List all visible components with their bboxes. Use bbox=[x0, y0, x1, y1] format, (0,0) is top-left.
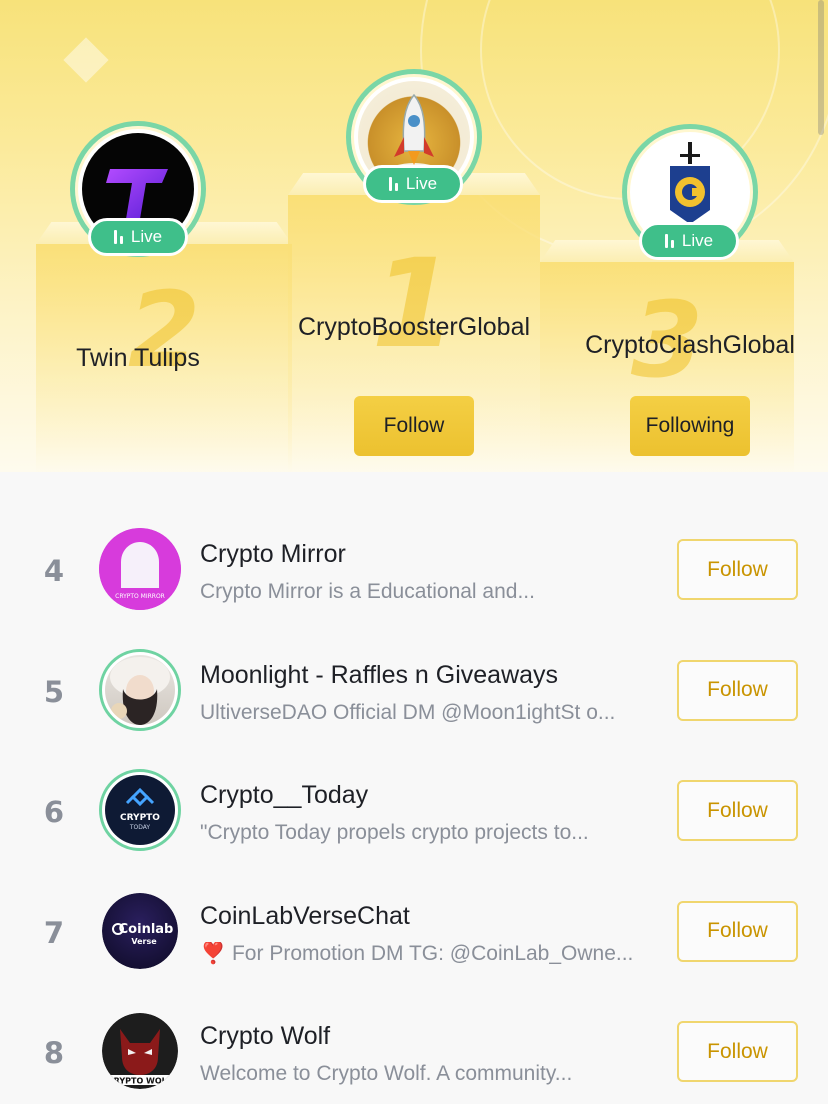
avatar-subcaption: TODAY bbox=[129, 824, 151, 831]
live-icon bbox=[113, 230, 123, 244]
list-item[interactable]: 8 CRYPTO WOLF Crypto Wolf Welcome to Cry… bbox=[0, 992, 828, 1104]
list-item[interactable]: 4 CRYPTO MIRROR Crypto Mirror Crypto Mir… bbox=[0, 510, 828, 631]
podium-name-second[interactable]: Twin Tulips bbox=[52, 344, 224, 373]
creator-description: "Crypto Today propels crypto projects to… bbox=[200, 821, 589, 844]
podium-rank-number: 1 bbox=[371, 233, 457, 375]
avatar-crypto-mirror[interactable]: CRYPTO MIRROR bbox=[99, 528, 181, 610]
follow-button[interactable]: Follow bbox=[677, 659, 798, 721]
rank-number: 6 bbox=[43, 795, 65, 829]
avatar-crypto-today[interactable]: CRYPTO TODAY bbox=[99, 769, 181, 851]
profile-photo bbox=[110, 656, 170, 725]
live-badge[interactable]: Live bbox=[639, 222, 739, 260]
creator-name[interactable]: Crypto Mirror bbox=[200, 540, 346, 569]
follow-button[interactable]: Follow bbox=[677, 1021, 798, 1082]
avatar-caption: CRYPTO WOLF bbox=[108, 1077, 172, 1086]
podium-name-first[interactable]: CryptoBoosterGlobal bbox=[282, 313, 546, 342]
avatar-coinlab-verse-chat[interactable]: Coinlab Verse bbox=[102, 892, 178, 969]
creator-description: UltiverseDAO Official DM @Moon1ightSt o.… bbox=[200, 700, 616, 724]
creator-description: Crypto Mirror is a Educational and... bbox=[200, 580, 535, 603]
follow-button[interactable]: Follow bbox=[677, 539, 798, 600]
creator-name[interactable]: Crypto Wolf bbox=[200, 1022, 330, 1051]
follow-button[interactable]: Follow bbox=[677, 780, 798, 841]
rank-number: 8 bbox=[43, 1036, 65, 1070]
list-item[interactable]: 6 CRYPTO TODAY Crypto__Today "Crypto Tod… bbox=[0, 751, 828, 872]
avatar-crypto-wolf[interactable]: CRYPTO WOLF bbox=[102, 1013, 178, 1089]
list-item[interactable]: 7 Coinlab Verse CoinLabVerseChat ❣️ For … bbox=[0, 872, 828, 993]
podium-name-third[interactable]: CryptoClashGlobal bbox=[570, 331, 810, 360]
following-button[interactable]: Following bbox=[630, 396, 750, 456]
creator-name[interactable]: Moonlight - Raffles n Giveaways bbox=[200, 661, 558, 690]
creator-description: Welcome to Crypto Wolf. A community... bbox=[200, 1062, 573, 1085]
crypto-today-logo: CRYPTO TODAY bbox=[120, 787, 160, 831]
live-icon bbox=[664, 234, 674, 248]
rank-number: 5 bbox=[43, 674, 65, 709]
avatar-caption: CRYPTO bbox=[120, 813, 160, 823]
follow-button[interactable]: Follow bbox=[354, 396, 474, 456]
follow-button[interactable]: Follow bbox=[677, 900, 798, 962]
creator-name[interactable]: Crypto__Today bbox=[200, 781, 368, 810]
background-diamond bbox=[63, 37, 109, 83]
avatar-moonlight[interactable] bbox=[99, 648, 181, 731]
mirror-logo: CRYPTO MIRROR bbox=[99, 528, 181, 610]
avatar-subcaption: Verse bbox=[131, 937, 157, 946]
wolf-logo: CRYPTO WOLF bbox=[106, 1029, 174, 1086]
scrollbar[interactable] bbox=[818, 0, 824, 135]
live-badge[interactable]: Live bbox=[88, 218, 188, 256]
avatar-caption: CRYPTO MIRROR bbox=[115, 593, 165, 600]
live-badge[interactable]: Live bbox=[363, 165, 463, 203]
rank-number: 4 bbox=[43, 554, 65, 588]
coinlab-logo: Coinlab Verse bbox=[112, 922, 174, 946]
avatar-caption: Coinlab bbox=[119, 922, 174, 937]
creator-description: ❣️ For Promotion DM TG: @CoinLab_Owne... bbox=[200, 941, 634, 965]
rank-number: 7 bbox=[43, 915, 65, 950]
creator-ranking-list: 4 CRYPTO MIRROR Crypto Mirror Crypto Mir… bbox=[0, 510, 828, 1104]
creator-name[interactable]: CoinLabVerseChat bbox=[200, 902, 410, 931]
live-icon bbox=[388, 177, 398, 191]
list-item[interactable]: 5 Moonlight - Raffles n Giveaways Ultive… bbox=[0, 631, 828, 752]
top-creators-podium: 2 1 3 Live Twin Tulips Live CryptoBooste… bbox=[0, 0, 828, 472]
